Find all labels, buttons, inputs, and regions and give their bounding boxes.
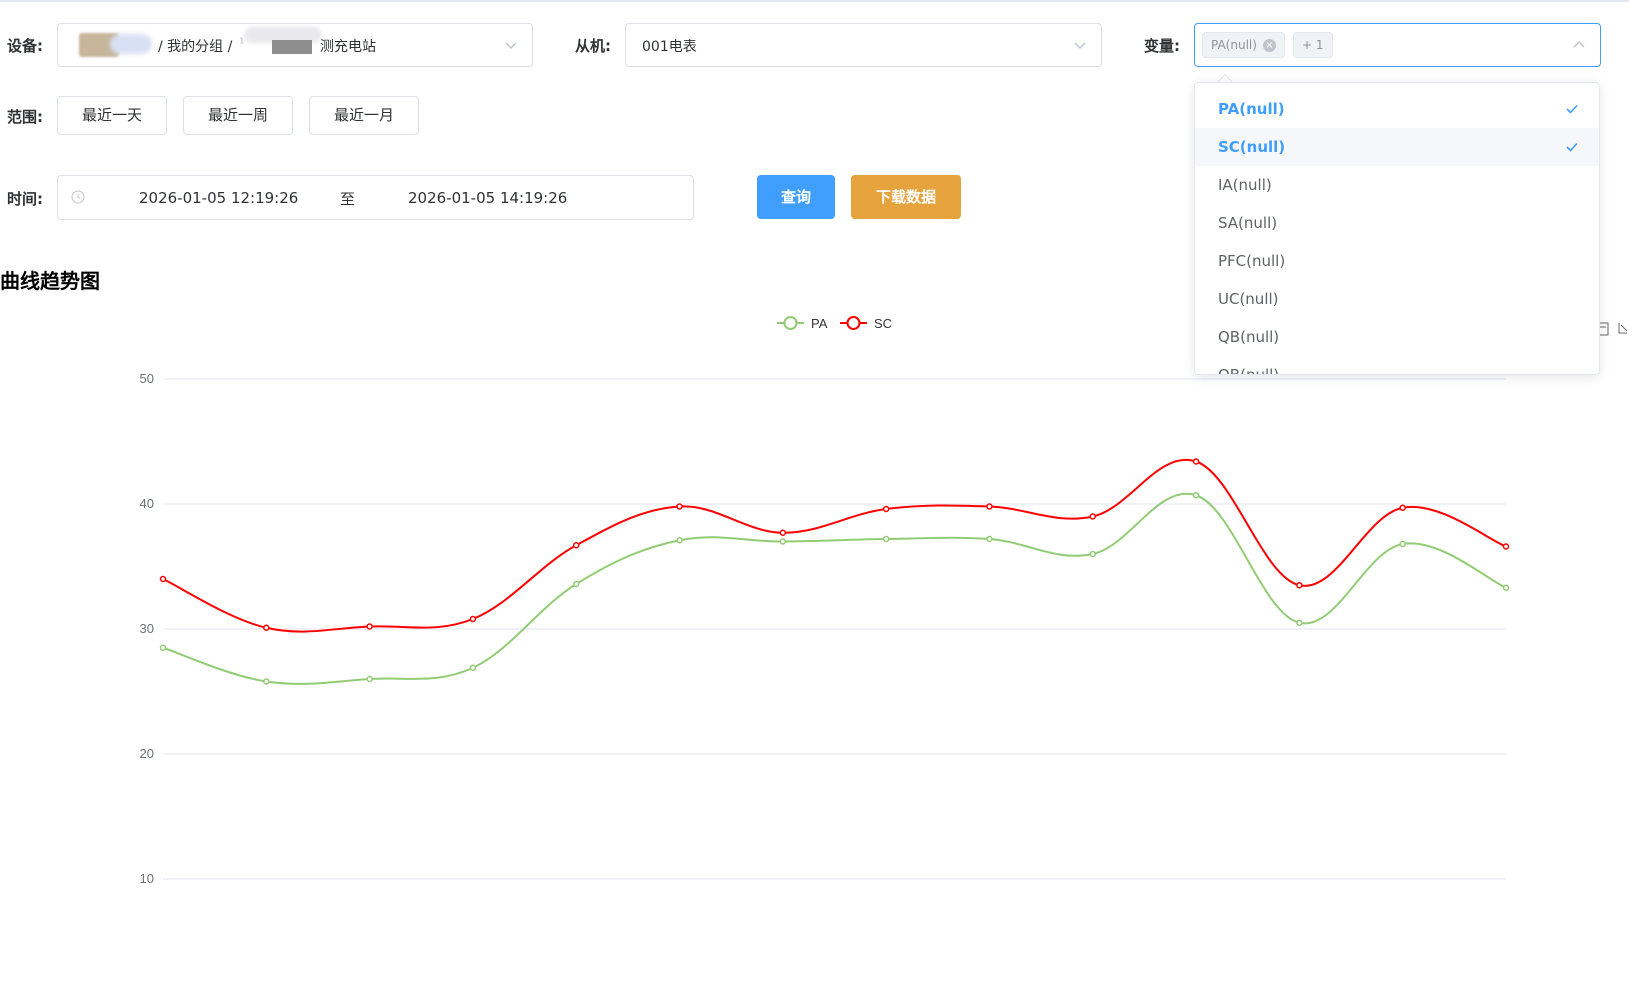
data-point-pa — [986, 535, 993, 543]
check-icon — [1566, 142, 1578, 152]
redacted-block — [272, 40, 312, 54]
check-icon — [1566, 104, 1578, 114]
data-point-sc — [1089, 513, 1097, 520]
chevron-down-icon — [1074, 42, 1086, 50]
series-line-sc — [162, 458, 1507, 633]
slave-label: 从机: — [575, 37, 611, 55]
variable-tag-label: PA(null) — [1211, 38, 1257, 52]
dropdown-item-label: IA(null) — [1218, 176, 1272, 194]
dropdown-item-label: PA(null) — [1218, 100, 1285, 118]
data-point-pa — [469, 664, 477, 671]
data-point-pa — [779, 538, 787, 545]
data-point-sc — [159, 575, 167, 583]
time-label: 时间: — [7, 190, 43, 208]
trend-chart: 10 20 30 40 50 PA SC — [140, 316, 1510, 886]
data-point-sc — [366, 623, 373, 630]
dropdown-item-label: UC(null) — [1218, 290, 1279, 308]
tag-close-icon[interactable]: × — [1262, 39, 1276, 52]
data-point-pa — [572, 580, 580, 588]
dropdown-item-label: PFC(null) — [1218, 252, 1286, 270]
legend-marker — [783, 316, 798, 330]
data-point-sc — [469, 615, 477, 623]
range-label: 范围: — [7, 108, 43, 126]
data-point-sc — [263, 624, 270, 631]
end-time[interactable]: 2026-01-05 14:19:26 — [408, 189, 567, 207]
device-path-group: / 我的分组 / — [158, 39, 233, 55]
legend-marker — [846, 316, 861, 330]
data-point-pa — [1192, 492, 1200, 499]
data-point-sc — [1192, 458, 1200, 465]
dropdown-item-label: SA(null) — [1218, 214, 1278, 232]
chevron-down-icon — [505, 42, 517, 50]
device-select[interactable]: / 我的分组 / ¹ 测充电站 — [57, 23, 533, 67]
data-point-sc — [572, 542, 580, 549]
variable-tag: PA(null) × — [1202, 32, 1285, 58]
slave-value: 001电表 — [642, 39, 697, 55]
dropdown-item-ia[interactable]: IA(null) — [1195, 166, 1599, 204]
date-range-picker[interactable]: 2026-01-05 12:19:26 至 2026-01-05 14:19:2… — [57, 175, 694, 220]
variable-dropdown: PA(null) SC(null) IA(null) SA(null) PFC(… — [1194, 82, 1600, 375]
data-point-sc — [1296, 582, 1303, 589]
dropdown-item-pa[interactable]: PA(null) — [1195, 90, 1599, 128]
data-point-sc — [676, 503, 683, 510]
variable-label: 变量: — [1144, 37, 1180, 55]
data-point-pa — [1089, 550, 1097, 558]
range-week-button[interactable]: 最近一周 — [183, 96, 293, 135]
data-point-sc — [986, 503, 993, 510]
range-month-button[interactable]: 最近一月 — [309, 96, 419, 135]
data-point-sc — [1502, 543, 1510, 550]
data-point-sc — [779, 529, 787, 536]
y-tick-label: 20 — [140, 746, 154, 761]
data-point-pa — [1296, 619, 1303, 626]
data-point-sc — [1399, 504, 1406, 511]
data-point-pa — [366, 675, 373, 683]
y-tick-label: 10 — [140, 871, 154, 886]
data-point-pa — [263, 678, 270, 685]
download-icon[interactable] — [1616, 320, 1629, 338]
range-day-button[interactable]: 最近一天 — [57, 96, 167, 135]
dropdown-item-partial[interactable]: QB(null) — [1195, 356, 1599, 375]
slave-select[interactable]: 001电表 — [625, 23, 1102, 67]
data-point-pa — [159, 644, 167, 651]
dropdown-item-label: SC(null) — [1218, 138, 1286, 156]
dropdown-item-label: QB(null) — [1218, 366, 1280, 375]
dropdown-item-pfc[interactable]: PFC(null) — [1195, 242, 1599, 280]
data-point-pa — [1399, 540, 1406, 548]
dropdown-item-uc[interactable]: UC(null) — [1195, 280, 1599, 318]
legend-label: SC — [874, 316, 892, 331]
device-path-station: 测充电站 — [320, 39, 376, 55]
data-point-pa — [676, 537, 683, 544]
device-label: 设备: — [7, 37, 43, 55]
chevron-up-icon — [1573, 40, 1585, 48]
y-tick-label: 50 — [140, 371, 154, 386]
redacted-block — [110, 34, 152, 54]
legend-label: PA — [811, 316, 828, 331]
download-button[interactable]: 下载数据 — [851, 175, 961, 219]
dropdown-item-sa[interactable]: SA(null) — [1195, 204, 1599, 242]
data-point-pa — [1502, 584, 1510, 591]
top-divider — [0, 0, 1629, 2]
section-title: 曲线趋势图 — [0, 269, 100, 293]
variable-more-tag: + 1 — [1293, 32, 1333, 58]
dropdown-item-qb[interactable]: QB(null) — [1195, 318, 1599, 356]
dropdown-item-label: QB(null) — [1218, 328, 1280, 346]
dropdown-item-sc[interactable]: SC(null) — [1195, 128, 1599, 166]
range-separator: 至 — [340, 190, 356, 208]
clock-icon — [71, 190, 85, 204]
data-point-sc — [882, 505, 890, 513]
start-time[interactable]: 2026-01-05 12:19:26 — [139, 189, 298, 207]
variable-multiselect[interactable]: PA(null) × + 1 — [1194, 23, 1601, 67]
y-tick-label: 40 — [140, 496, 154, 511]
data-point-pa — [882, 535, 890, 543]
y-tick-label: 30 — [140, 621, 154, 636]
query-button[interactable]: 查询 — [757, 175, 835, 219]
